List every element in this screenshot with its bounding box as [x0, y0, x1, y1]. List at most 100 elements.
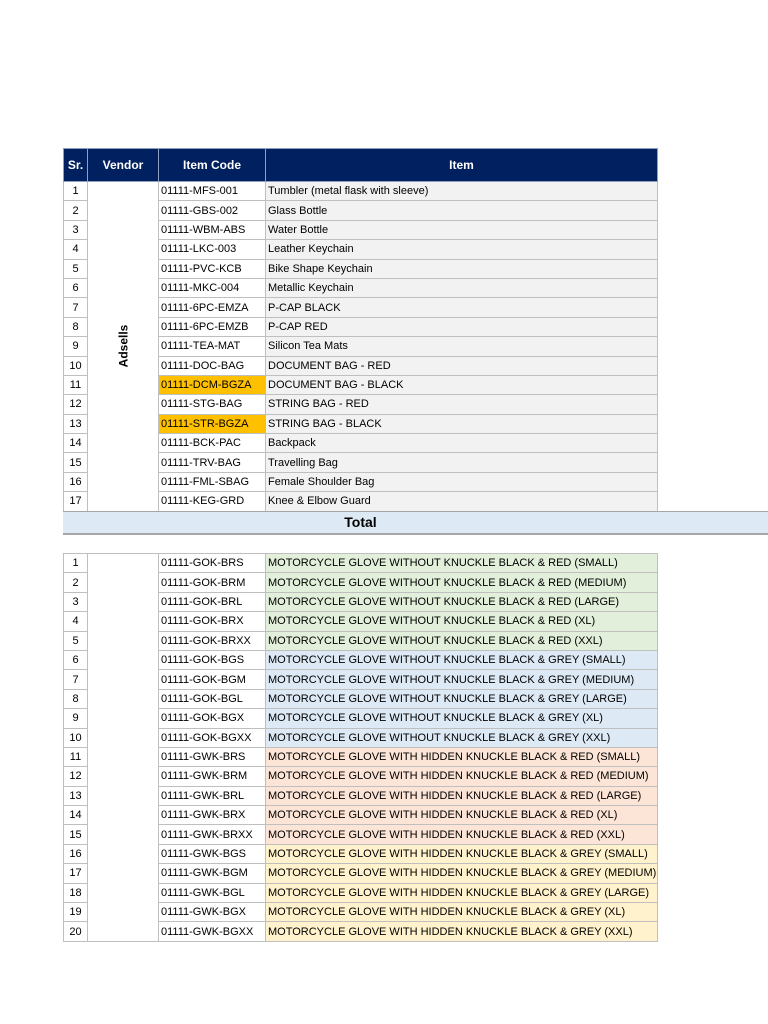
sr-cell[interactable]: 17: [63, 491, 88, 512]
sr-cell[interactable]: 16: [63, 471, 88, 493]
item-cell[interactable]: Leather Keychain: [265, 239, 658, 260]
item-code-cell[interactable]: 01111-GWK-BGM: [158, 863, 266, 884]
vendor-cell[interactable]: Adsells: [87, 181, 159, 512]
sr-cell[interactable]: 12: [63, 766, 88, 787]
item-code-cell[interactable]: 01111-LKC-003: [158, 239, 266, 260]
sr-cell[interactable]: 20: [63, 921, 88, 942]
item-cell[interactable]: Silicon Tea Mats: [265, 336, 658, 357]
item-cell[interactable]: MOTORCYCLE GLOVE WITH HIDDEN KNUCKLE BLA…: [265, 805, 658, 826]
sr-cell[interactable]: 3: [63, 591, 88, 613]
item-cell[interactable]: MOTORCYCLE GLOVE WITH HIDDEN KNUCKLE BLA…: [265, 824, 658, 845]
item-code-cell[interactable]: 01111-TEA-MAT: [158, 336, 266, 357]
sr-cell[interactable]: 13: [63, 785, 88, 807]
sr-cell[interactable]: 7: [63, 669, 88, 690]
item-code-cell[interactable]: 01111-GOK-BGL: [158, 688, 266, 710]
item-cell[interactable]: MOTORCYCLE GLOVE WITHOUT KNUCKLE BLACK &…: [265, 649, 658, 671]
item-cell[interactable]: MOTORCYCLE GLOVE WITH HIDDEN KNUCKLE BLA…: [265, 746, 658, 768]
sr-cell[interactable]: 17: [63, 863, 88, 884]
item-cell[interactable]: MOTORCYCLE GLOVE WITHOUT KNUCKLE BLACK &…: [265, 669, 658, 690]
sr-cell[interactable]: 4: [63, 611, 88, 632]
item-code-cell[interactable]: 01111-PVC-KCB: [158, 258, 266, 279]
item-code-cell[interactable]: 01111-GOK-BRM: [158, 572, 266, 593]
sr-cell[interactable]: 15: [63, 824, 88, 845]
item-code-cell[interactable]: 01111-STR-BGZA: [158, 413, 266, 435]
item-code-cell[interactable]: 01111-GOK-BGXX: [158, 727, 266, 748]
sr-cell[interactable]: 1: [63, 180, 88, 202]
item-cell[interactable]: MOTORCYCLE GLOVE WITHOUT KNUCKLE BLACK &…: [265, 552, 658, 574]
item-cell[interactable]: STRING BAG - BLACK: [265, 413, 658, 435]
item-cell[interactable]: MOTORCYCLE GLOVE WITH HIDDEN KNUCKLE BLA…: [265, 902, 658, 923]
item-cell[interactable]: DOCUMENT BAG - BLACK: [265, 374, 658, 396]
item-cell[interactable]: Female Shoulder Bag: [265, 471, 658, 493]
item-code-cell[interactable]: 01111-GBS-002: [158, 200, 266, 221]
sr-cell[interactable]: 3: [63, 219, 88, 241]
sr-cell[interactable]: 7: [63, 297, 88, 318]
item-code-cell[interactable]: 01111-GWK-BGL: [158, 882, 266, 904]
sr-cell[interactable]: 14: [63, 805, 88, 826]
item-cell[interactable]: MOTORCYCLE GLOVE WITH HIDDEN KNUCKLE BLA…: [265, 766, 658, 787]
sr-cell[interactable]: 5: [63, 630, 88, 651]
item-code-cell[interactable]: 01111-GOK-BRL: [158, 591, 266, 613]
item-cell[interactable]: MOTORCYCLE GLOVE WITH HIDDEN KNUCKLE BLA…: [265, 863, 658, 884]
item-cell[interactable]: STRING BAG - RED: [265, 394, 658, 415]
item-cell[interactable]: MOTORCYCLE GLOVE WITH HIDDEN KNUCKLE BLA…: [265, 785, 658, 807]
item-code-cell[interactable]: 01111-GWK-BRXX: [158, 824, 266, 845]
item-cell[interactable]: MOTORCYCLE GLOVE WITHOUT KNUCKLE BLACK &…: [265, 688, 658, 710]
item-cell[interactable]: MOTORCYCLE GLOVE WITHOUT KNUCKLE BLACK &…: [265, 708, 658, 729]
item-cell[interactable]: DOCUMENT BAG - RED: [265, 355, 658, 376]
item-cell[interactable]: Bike Shape Keychain: [265, 258, 658, 279]
item-code-cell[interactable]: 01111-GWK-BRS: [158, 746, 266, 768]
item-code-cell[interactable]: 01111-GOK-BGX: [158, 708, 266, 729]
sr-cell[interactable]: 12: [63, 394, 88, 415]
item-cell[interactable]: P-CAP BLACK: [265, 297, 658, 318]
sr-cell[interactable]: 19: [63, 902, 88, 923]
item-code-cell[interactable]: 01111-DOC-BAG: [158, 355, 266, 376]
sr-cell[interactable]: 9: [63, 336, 88, 357]
sr-cell[interactable]: 6: [63, 649, 88, 671]
sr-cell[interactable]: 15: [63, 452, 88, 473]
sr-cell[interactable]: 2: [63, 572, 88, 593]
item-code-cell[interactable]: 01111-GOK-BGS: [158, 649, 266, 671]
item-cell[interactable]: Water Bottle: [265, 219, 658, 241]
item-cell[interactable]: MOTORCYCLE GLOVE WITHOUT KNUCKLE BLACK &…: [265, 572, 658, 593]
sr-cell[interactable]: 16: [63, 843, 88, 865]
item-code-cell[interactable]: 01111-GOK-BRX: [158, 611, 266, 632]
item-code-cell[interactable]: 01111-BCK-PAC: [158, 433, 266, 454]
sr-cell[interactable]: 6: [63, 277, 88, 299]
item-code-cell[interactable]: 01111-KEG-GRD: [158, 491, 266, 512]
item-code-cell[interactable]: 01111-GOK-BRXX: [158, 630, 266, 651]
sr-cell[interactable]: 10: [63, 355, 88, 376]
item-code-cell[interactable]: 01111-GWK-BGX: [158, 902, 266, 923]
item-code-cell[interactable]: 01111-MFS-001: [158, 180, 266, 202]
item-code-cell[interactable]: 01111-GOK-BRS: [158, 552, 266, 574]
item-cell[interactable]: Backpack: [265, 433, 658, 454]
sr-cell[interactable]: 4: [63, 239, 88, 260]
item-cell[interactable]: MOTORCYCLE GLOVE WITHOUT KNUCKLE BLACK &…: [265, 591, 658, 613]
sr-cell[interactable]: 8: [63, 688, 88, 710]
item-code-cell[interactable]: 01111-GWK-BRM: [158, 766, 266, 787]
item-code-cell[interactable]: 01111-MKC-004: [158, 277, 266, 299]
item-code-cell[interactable]: 01111-6PC-EMZB: [158, 316, 266, 338]
item-code-cell[interactable]: 01111-GWK-BGS: [158, 843, 266, 865]
item-cell[interactable]: Metallic Keychain: [265, 277, 658, 299]
item-cell[interactable]: MOTORCYCLE GLOVE WITH HIDDEN KNUCKLE BLA…: [265, 882, 658, 904]
sr-cell[interactable]: 9: [63, 708, 88, 729]
sr-cell[interactable]: 8: [63, 316, 88, 338]
item-code-cell[interactable]: 01111-FML-SBAG: [158, 471, 266, 493]
item-cell[interactable]: Travelling Bag: [265, 452, 658, 473]
item-code-cell[interactable]: 01111-STG-BAG: [158, 394, 266, 415]
sr-cell[interactable]: 2: [63, 200, 88, 221]
item-cell[interactable]: Knee & Elbow Guard: [265, 491, 658, 512]
vendor-cell[interactable]: [87, 553, 159, 942]
item-cell[interactable]: MOTORCYCLE GLOVE WITH HIDDEN KNUCKLE BLA…: [265, 843, 658, 865]
item-code-cell[interactable]: 01111-GOK-BGM: [158, 669, 266, 690]
item-code-cell[interactable]: 01111-TRV-BAG: [158, 452, 266, 473]
sr-cell[interactable]: 11: [63, 746, 88, 768]
sr-cell[interactable]: 1: [63, 552, 88, 574]
item-code-cell[interactable]: 01111-GWK-BRL: [158, 785, 266, 807]
sr-cell[interactable]: 14: [63, 433, 88, 454]
sr-cell[interactable]: 5: [63, 258, 88, 279]
item-code-cell[interactable]: 01111-WBM-ABS: [158, 219, 266, 241]
item-cell[interactable]: P-CAP RED: [265, 316, 658, 338]
item-cell[interactable]: MOTORCYCLE GLOVE WITHOUT KNUCKLE BLACK &…: [265, 611, 658, 632]
